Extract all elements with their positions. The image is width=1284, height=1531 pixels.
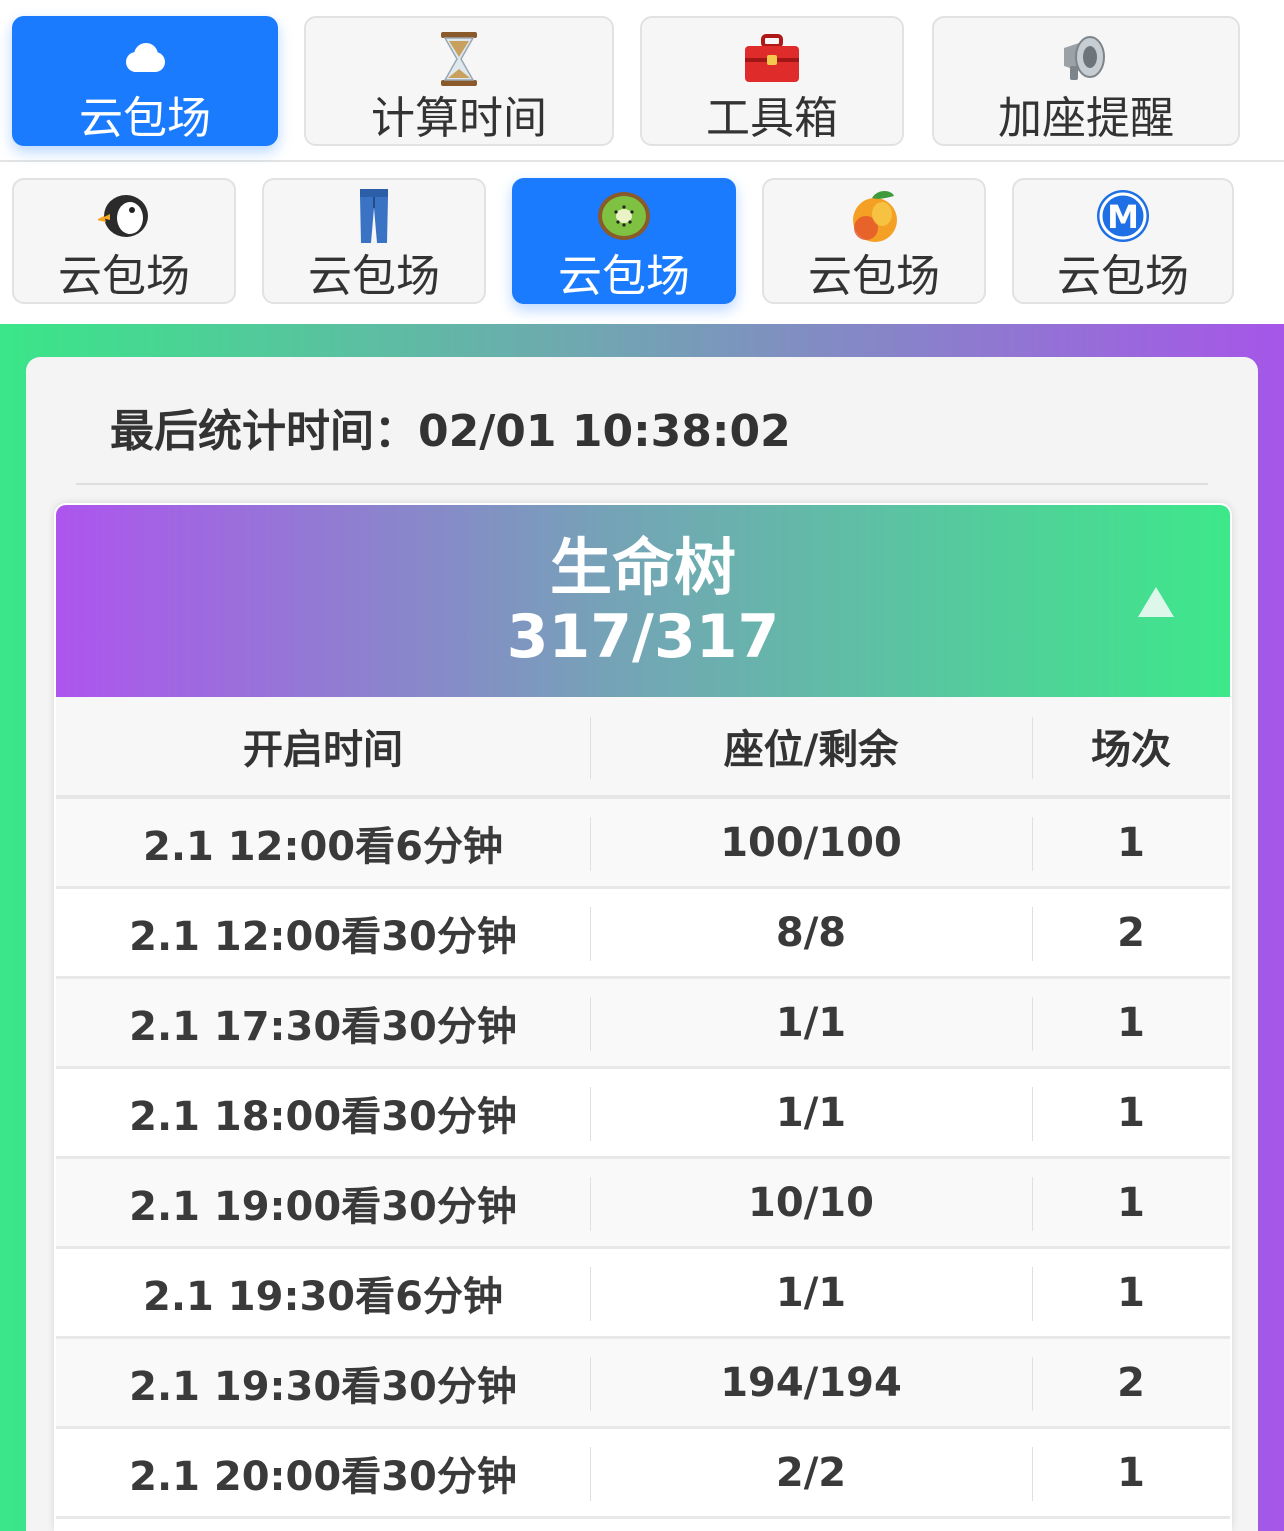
cell-sessions: 1 — [1117, 999, 1145, 1046]
cell-sessions: 1 — [1117, 1269, 1145, 1316]
cell-open-time: 2.1 17:30看30分钟 — [129, 1003, 517, 1050]
stats-card: 最后统计时间：02/01 10:38:02 生命树 317/317 开启时间 座… — [26, 357, 1258, 1531]
sub-tab-bar: 云包场 云包场 云包场 云包场 M 云包场 — [0, 164, 1284, 324]
mango-icon — [764, 186, 984, 246]
collapse-arrow-icon[interactable] — [1136, 585, 1176, 619]
cell-seats: 10/10 — [748, 1179, 874, 1226]
panel-header[interactable]: 生命树 317/317 — [56, 505, 1230, 697]
tab-label: 云包场 — [308, 251, 440, 302]
cell-open-time: 2.1 12:00看6分钟 — [143, 823, 503, 870]
tab-label: 工具箱 — [706, 93, 838, 144]
jeans-icon — [264, 186, 484, 246]
table-row: 2.1 20:00看30分钟 2/2 1 — [56, 1429, 1230, 1519]
cell-seats: 1/1 — [775, 1269, 847, 1316]
cell-open-time: 2.1 19:00看30分钟 — [129, 1183, 517, 1230]
cell-open-time: 2.1 20:00看30分钟 — [129, 1453, 517, 1500]
tab-label: 云包场 — [808, 251, 940, 302]
kiwi-icon — [514, 186, 734, 246]
subtab-mango[interactable]: 云包场 — [762, 178, 986, 304]
tab-seat-reminder[interactable]: 加座提醒 — [932, 16, 1240, 146]
metro-m-icon: M — [1014, 186, 1232, 246]
panel-title: 生命树 — [549, 531, 736, 604]
toolbox-icon — [642, 28, 902, 90]
table-row: 2.1 19:30看30分钟 194/194 2 — [56, 1339, 1230, 1429]
tab-label: 计算时间 — [371, 93, 547, 144]
table-row: 2.1 19:30看6分钟 1/1 1 — [56, 1249, 1230, 1339]
top-tab-bar: 云包场 计算时间 工具箱 加座提醒 — [0, 0, 1284, 162]
hourglass-icon — [306, 28, 612, 90]
tab-toolbox[interactable]: 工具箱 — [640, 16, 904, 146]
cell-seats: 194/194 — [720, 1359, 902, 1406]
cell-sessions: 1 — [1117, 1449, 1145, 1496]
panel-count: 317/317 — [506, 602, 780, 672]
session-panel: 生命树 317/317 开启时间 座位/剩余 场次 2.1 12:00看6分钟 … — [54, 503, 1232, 1531]
subtab-kiwi[interactable]: 云包场 — [512, 178, 736, 304]
table-row: 2.1 19:00看30分钟 10/10 1 — [56, 1159, 1230, 1249]
cell-sessions: 2 — [1117, 909, 1145, 956]
cell-seats: 100/100 — [720, 819, 902, 866]
cell-open-time: 2.1 19:30看6分钟 — [143, 1273, 503, 1320]
cell-sessions: 1 — [1117, 1179, 1145, 1226]
cell-sessions: 1 — [1117, 1089, 1145, 1136]
last-stat-time: 最后统计时间：02/01 10:38:02 — [110, 406, 791, 457]
tab-label: 云包场 — [58, 251, 190, 302]
header-seats: 座位/剩余 — [723, 727, 899, 773]
cloud-icon — [14, 28, 276, 90]
megaphone-icon — [934, 28, 1238, 90]
tab-label: 加座提醒 — [998, 93, 1174, 144]
tab-calc-time[interactable]: 计算时间 — [304, 16, 614, 146]
subtab-metro[interactable]: M 云包场 — [1012, 178, 1234, 304]
cell-seats: 2/2 — [775, 1449, 847, 1496]
cell-open-time: 2.1 19:30看30分钟 — [129, 1363, 517, 1410]
table-row: 2.1 17:30看30分钟 1/1 1 — [56, 979, 1230, 1069]
penguin-icon — [14, 186, 234, 246]
table-row: 2.1 12:00看30分钟 8/8 2 — [56, 889, 1230, 979]
subtab-jeans[interactable]: 云包场 — [262, 178, 486, 304]
cell-seats: 1/1 — [775, 1089, 847, 1136]
cell-sessions: 2 — [1117, 1359, 1145, 1406]
cell-open-time: 2.1 12:00看30分钟 — [129, 913, 517, 960]
subtab-penguin[interactable]: 云包场 — [12, 178, 236, 304]
tab-label: 云包场 — [558, 251, 690, 302]
tab-label: 云包场 — [79, 93, 211, 144]
header-sessions: 场次 — [1091, 727, 1171, 773]
table-header: 开启时间 座位/剩余 场次 — [56, 697, 1230, 799]
header-open-time: 开启时间 — [243, 727, 403, 773]
divider — [76, 483, 1208, 485]
tab-cloud-booking[interactable]: 云包场 — [12, 16, 278, 146]
table-row: 2.1 18:00看30分钟 1/1 1 — [56, 1069, 1230, 1159]
svg-text:M: M — [1107, 198, 1139, 236]
cell-seats: 1/1 — [775, 999, 847, 1046]
cell-sessions: 1 — [1117, 819, 1145, 866]
cell-seats: 8/8 — [775, 909, 847, 956]
table-row: 2.1 12:00看6分钟 100/100 1 — [56, 799, 1230, 889]
tab-label: 云包场 — [1057, 251, 1189, 302]
cell-open-time: 2.1 18:00看30分钟 — [129, 1093, 517, 1140]
